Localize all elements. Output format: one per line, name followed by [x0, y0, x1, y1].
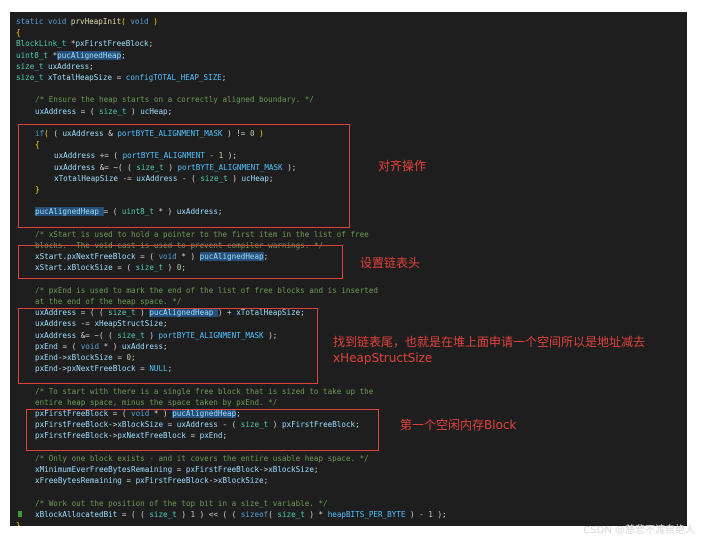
code-token: size_t [16, 73, 49, 82]
gutter-mark [18, 511, 22, 517]
code-token: size_t [16, 61, 49, 71]
code-token: uxAddress [48, 61, 90, 71]
code-line[interactable]: uint8_t *pucAlignedHeap; [16, 50, 126, 61]
code-line[interactable]: xBlockAllocatedBit = ( ( size_t ) 1 ) <<… [35, 509, 447, 520]
code-token: = [116, 73, 126, 82]
code-line[interactable]: BlockLink_t *pxFirstFreeBlock; [16, 38, 153, 49]
code-token: pxFirstFreeBlock [185, 465, 260, 474]
code-token: /* pxEnd is used to mark the end of the … [35, 285, 378, 295]
code-token: ; [313, 465, 319, 474]
code-token: -> [259, 465, 269, 474]
code-line[interactable]: uxAddress = ( size_t ) ucHeap; [35, 106, 172, 117]
code-token: = ( [80, 106, 100, 116]
code-token: ) [153, 17, 158, 26]
code-token: void [48, 17, 71, 26]
code-token: sizeof [240, 509, 269, 519]
highlight-box-set-head [18, 245, 343, 279]
code-line[interactable]: /* To start with there is a single free … [35, 386, 373, 397]
code-line[interactable]: /* Only one block exists - and it covers… [35, 453, 369, 464]
code-token: /* Ensure the heap starts on a correctly… [35, 95, 314, 105]
annotation-find-tail-line2: xHeapStructSize [333, 351, 433, 365]
code-token: size_t [99, 106, 132, 116]
code-token: ; [263, 476, 269, 486]
annotation-align: 对齐操作 [378, 159, 427, 173]
code-line[interactable]: /* Work out the position of the top bit … [35, 498, 328, 509]
code-token: pxFirstFreeBlock [75, 39, 149, 49]
code-token: xBlockSize [268, 465, 314, 474]
code-token: -> [208, 476, 218, 486]
code-token: entire heap space, minus the space taken… [35, 397, 278, 407]
code-token: 1 [190, 509, 200, 519]
code-token: { [16, 28, 21, 38]
code-token: static [16, 17, 49, 26]
code-token: heapBITS_PER_BYTE [327, 509, 410, 519]
code-line[interactable]: /* pxEnd is used to mark the end of the … [35, 285, 378, 296]
code-token: xMinimumEverFreeBytesRemaining [35, 465, 177, 474]
code-line[interactable]: size_t xTotalHeapSize = configTOTAL_HEAP… [16, 72, 226, 83]
code-line[interactable]: size_t uxAddress; [16, 61, 94, 72]
code-token: prvHeapInit [70, 17, 122, 26]
code-token: size_t [277, 509, 310, 519]
code-token: } [16, 521, 21, 526]
code-token: xFreeBytesRemaining [35, 476, 127, 486]
code-line[interactable]: /* Ensure the heap starts on a correctly… [35, 94, 314, 105]
code-token: BlockLink_t [16, 39, 71, 49]
code-token: ucHeap [140, 106, 168, 116]
code-token: configTOTAL_HEAP_SIZE [125, 73, 222, 82]
code-token: ; [167, 106, 173, 116]
code-token: uint8_t [16, 50, 53, 60]
code-token: ) [131, 106, 141, 116]
code-token: pucAlignedHeap [57, 50, 122, 60]
highlight-box-align [18, 124, 350, 228]
code-line[interactable]: } [16, 520, 21, 526]
code-token: ( [121, 17, 131, 26]
annotation-set-head: 设置链表头 [360, 256, 421, 270]
code-token: xBlockAllocatedBit [35, 509, 122, 519]
code-token: /* Only one block exists - and it covers… [35, 453, 369, 463]
code-line[interactable]: /* xStart is used to hold a pointer to t… [35, 229, 369, 240]
code-token: ) - [410, 509, 429, 519]
code-token: ; [89, 61, 94, 71]
highlight-box-find-tail [18, 308, 318, 384]
code-token: uxAddress [35, 106, 81, 116]
code-line[interactable]: xMinimumEverFreeBytesRemaining = pxFirst… [35, 464, 319, 475]
code-editor[interactable]: static void prvHeapInit( void ){BlockLin… [10, 12, 687, 526]
code-line[interactable]: { [16, 27, 21, 38]
code-token: ; [121, 50, 126, 60]
code-token: ; [221, 73, 227, 82]
annotation-first-free: 第一个空闲内存Block [400, 418, 517, 432]
code-token: = [126, 476, 136, 486]
code-token: = [176, 465, 186, 474]
code-token: = ( ( [121, 509, 150, 519]
annotation-find-tail-line1: 找到链表尾，也就是在堆上面申请一个空间所以是地址减去 [333, 335, 646, 349]
code-line[interactable]: at the end of the heap space. */ [35, 296, 181, 307]
code-token: xTotalHeapSize [48, 73, 117, 82]
code-token: /* Work out the position of the top bit … [35, 498, 328, 508]
code-token: xBlockSize [217, 476, 264, 486]
code-token: pxFirstFreeBlock [135, 476, 209, 486]
watermark: CSDN @慈悲不渡自绝人 [583, 525, 695, 536]
code-token: void [130, 17, 154, 26]
code-line[interactable]: static void prvHeapInit( void ) [16, 16, 158, 27]
code-line[interactable]: entire heap space, minus the space taken… [35, 397, 277, 408]
code-token: ); [437, 509, 447, 519]
highlight-box-first-free [26, 409, 379, 451]
code-line[interactable]: xFreeBytesRemaining = pxFirstFreeBlock->… [35, 475, 268, 486]
code-token: ) * [309, 509, 328, 519]
code-token: at the end of the heap space. */ [35, 297, 182, 306]
code-token: ; [148, 39, 154, 49]
code-token: ) << ( ( [199, 509, 241, 519]
code-token: /* To start with there is a single free … [35, 386, 374, 396]
code-token: /* xStart is used to hold a pointer to t… [35, 229, 369, 239]
code-token: size_t [149, 509, 182, 519]
